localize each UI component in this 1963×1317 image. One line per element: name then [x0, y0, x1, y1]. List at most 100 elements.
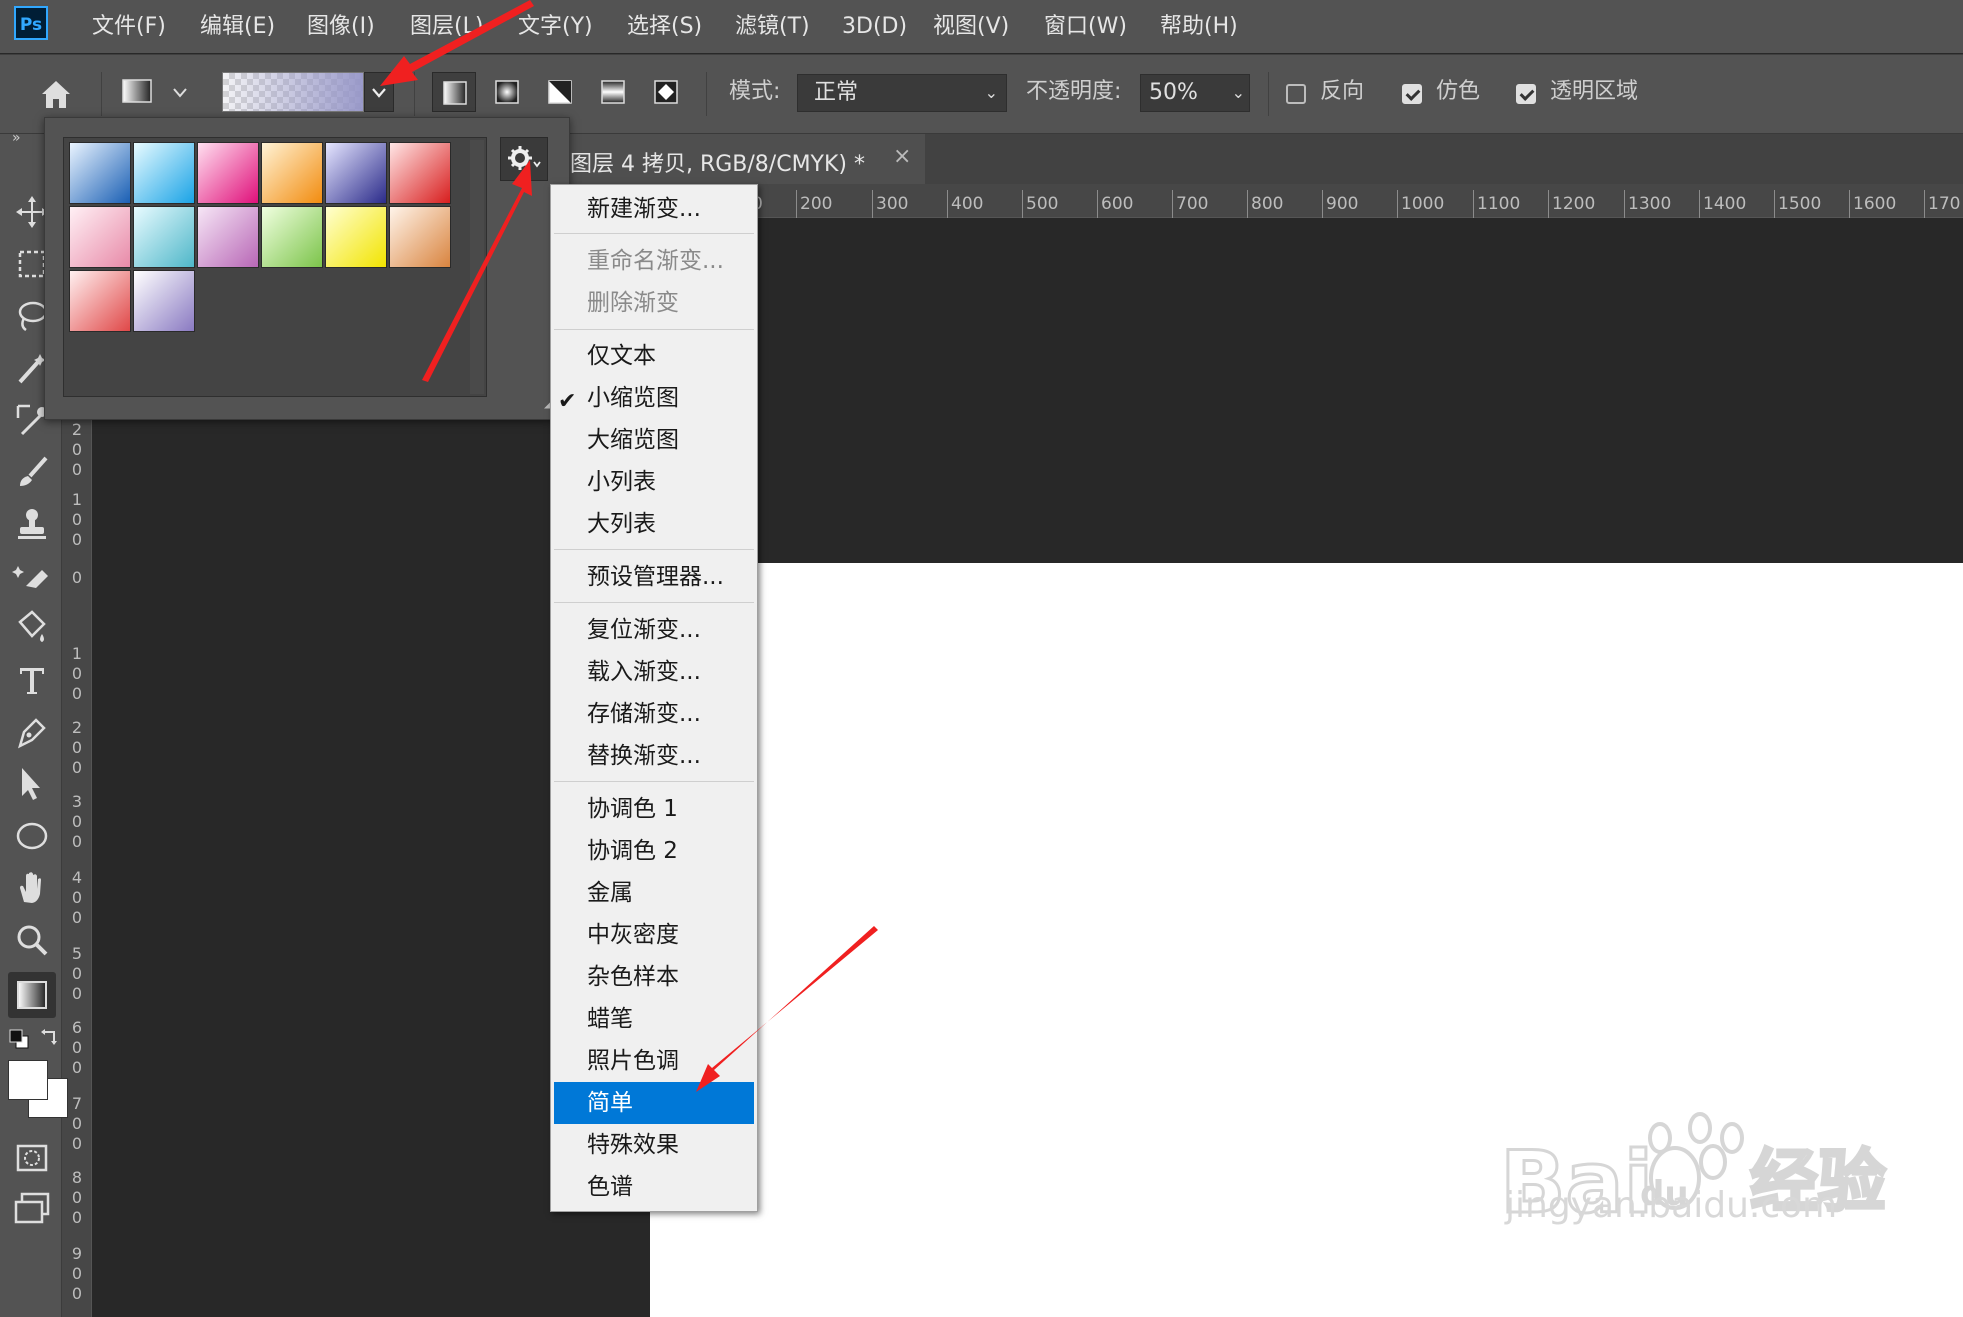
ruler-tick-label: 1200	[1552, 194, 1596, 214]
ruler-tick-line	[1247, 190, 1248, 218]
swap-colors-icon[interactable]	[40, 1026, 62, 1048]
menu-item-16[interactable]: 中灰密度	[554, 914, 754, 956]
menu-item-19[interactable]: 照片色调	[554, 1040, 754, 1082]
transparency-checkbox[interactable]	[1516, 84, 1536, 104]
menu-9[interactable]: 窗口(W)	[1044, 0, 1127, 53]
angle-gradient-button[interactable]	[538, 72, 582, 112]
screen-mode-icon[interactable]	[12, 1188, 52, 1228]
menu-item-14[interactable]: 协调色 2	[554, 830, 754, 872]
brush-tool-icon[interactable]	[12, 452, 52, 492]
gradient-swatch[interactable]	[197, 142, 259, 204]
ruler-digit: 7	[71, 1094, 83, 1113]
diamond-gradient-icon	[654, 80, 678, 104]
menu-item-15[interactable]: 金属	[554, 872, 754, 914]
menu-item-11[interactable]: 存储渐变...	[554, 693, 754, 735]
ruler-digit: 0	[71, 1114, 83, 1133]
mode-select[interactable]: 正常 ⌄	[797, 74, 1007, 112]
collapse-panel-icon[interactable]: »	[12, 130, 21, 146]
ruler-digit: 0	[71, 1188, 83, 1207]
ruler-tick-line	[1548, 190, 1549, 218]
gradient-dropdown-button[interactable]	[364, 72, 394, 112]
ruler-digit: 4	[71, 868, 83, 887]
menu-7[interactable]: 3D(D)	[842, 0, 907, 53]
radial-gradient-icon	[495, 80, 519, 104]
linear-gradient-button[interactable]	[432, 72, 476, 112]
menu-item-6[interactable]: 小列表	[554, 461, 754, 503]
tool-preset-icon[interactable]	[120, 76, 156, 108]
menu-5[interactable]: 选择(S)	[627, 0, 702, 53]
gradient-swatch[interactable]	[133, 270, 195, 332]
menu-item-12[interactable]: 替换渐变...	[554, 735, 754, 777]
ruler-tick-label: 1400	[1703, 194, 1747, 214]
home-icon[interactable]	[36, 76, 76, 112]
menu-6[interactable]: 滤镜(T)	[735, 0, 810, 53]
gradient-tool-button[interactable]	[8, 972, 56, 1018]
picker-settings-button[interactable]	[500, 137, 548, 181]
menu-item-5[interactable]: 大缩览图	[554, 419, 754, 461]
menu-item-4[interactable]: 小缩览图	[554, 377, 754, 419]
menu-10[interactable]: 帮助(H)	[1160, 0, 1238, 53]
ruler-tick-line	[872, 190, 873, 218]
path-selection-tool-icon[interactable]	[12, 764, 52, 804]
type-tool-icon[interactable]	[12, 660, 52, 700]
menu-4[interactable]: 文字(Y)	[518, 0, 593, 53]
gradient-swatch[interactable]	[261, 142, 323, 204]
gradient-swatch[interactable]	[69, 270, 131, 332]
picker-scrollbar[interactable]	[470, 140, 484, 394]
menu-item-13[interactable]: 协调色 1	[554, 788, 754, 830]
gradient-swatch[interactable]	[325, 142, 387, 204]
menu-item-9[interactable]: 复位渐变...	[554, 609, 754, 651]
ruler-digit: 2	[71, 718, 83, 737]
gradient-swatch[interactable]	[389, 206, 451, 268]
foreground-color-swatch[interactable]	[8, 1060, 48, 1100]
menu-item-7[interactable]: 大列表	[554, 503, 754, 545]
menu-8[interactable]: 视图(V)	[933, 0, 1009, 53]
menu-0[interactable]: 文件(F)	[92, 0, 166, 53]
gradient-swatch[interactable]	[261, 206, 323, 268]
quick-mask-icon[interactable]	[12, 1138, 52, 1178]
menu-separator	[554, 781, 754, 782]
reflected-gradient-button[interactable]	[591, 72, 635, 112]
pen-tool-icon[interactable]	[12, 712, 52, 752]
menu-item-3[interactable]: 仅文本	[554, 335, 754, 377]
gradient-swatch[interactable]	[325, 206, 387, 268]
menu-1[interactable]: 编辑(E)	[200, 0, 275, 53]
menu-item-21[interactable]: 特殊效果	[554, 1124, 754, 1166]
ruler-digit: 9	[71, 1244, 83, 1263]
gradient-swatch[interactable]	[389, 142, 451, 204]
gradient-swatch[interactable]	[69, 206, 131, 268]
menu-item-22[interactable]: 色谱	[554, 1166, 754, 1208]
ruler-tick-line	[1322, 190, 1323, 218]
menu-item-18[interactable]: 蜡笔	[554, 998, 754, 1040]
menu-item-20[interactable]: 简单	[554, 1082, 754, 1124]
gradient-swatch[interactable]	[197, 206, 259, 268]
menu-item-10[interactable]: 载入渐变...	[554, 651, 754, 693]
eraser-tool-icon[interactable]	[12, 556, 52, 596]
menu-2[interactable]: 图像(I)	[307, 0, 375, 53]
gradient-preview[interactable]	[222, 72, 364, 112]
stamp-tool-icon[interactable]	[12, 504, 52, 544]
mode-label: 模式:	[729, 79, 781, 104]
ruler-tick-line	[1624, 190, 1625, 218]
zoom-tool-icon[interactable]	[12, 920, 52, 960]
diamond-gradient-button[interactable]	[644, 72, 688, 112]
menu-item-0[interactable]: 新建渐变...	[554, 188, 754, 230]
menu-3[interactable]: 图层(L)	[410, 0, 483, 53]
ellipse-tool-icon[interactable]	[12, 816, 52, 856]
gradient-swatch[interactable]	[133, 206, 195, 268]
reverse-checkbox[interactable]	[1286, 84, 1306, 104]
opacity-input[interactable]: 50% ⌄	[1140, 74, 1250, 112]
default-colors-icon[interactable]	[8, 1028, 30, 1050]
dither-checkbox[interactable]	[1402, 84, 1422, 104]
ruler-tick-line	[1022, 190, 1023, 218]
hand-tool-icon[interactable]	[12, 868, 52, 908]
chevron-down-icon[interactable]	[172, 86, 188, 100]
ruler-tick-line	[1774, 190, 1775, 218]
radial-gradient-button[interactable]	[485, 72, 529, 112]
paint-bucket-tool-icon[interactable]	[12, 608, 52, 648]
gradient-swatch[interactable]	[69, 142, 131, 204]
menu-item-8[interactable]: 预设管理器...	[554, 556, 754, 598]
gradient-swatch[interactable]	[133, 142, 195, 204]
menu-item-17[interactable]: 杂色样本	[554, 956, 754, 998]
close-tab-icon[interactable]: ×	[893, 144, 911, 169]
